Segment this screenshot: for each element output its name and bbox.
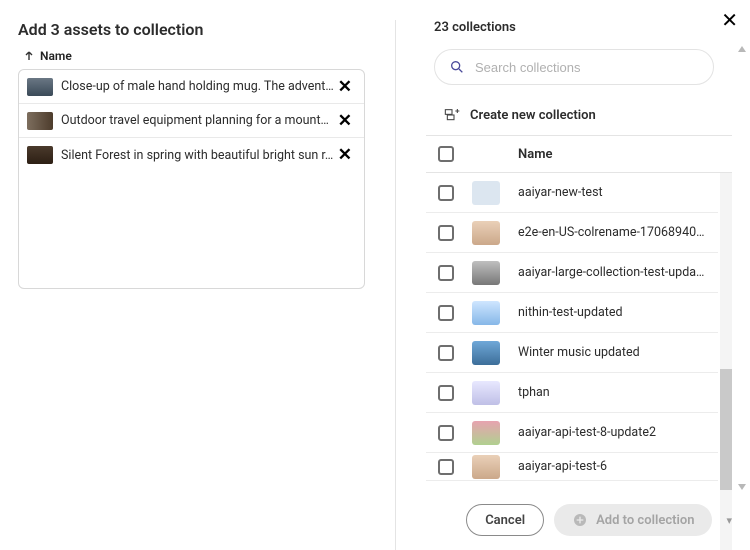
cancel-button[interactable]: Cancel (466, 504, 544, 536)
collection-checkbox[interactable] (438, 345, 454, 361)
collection-row[interactable]: nithin-test-updated (426, 293, 718, 333)
asset-thumbnail (27, 78, 53, 96)
collection-checkbox[interactable] (438, 385, 454, 401)
remove-asset-button[interactable]: ✕ (334, 145, 356, 165)
collection-checkbox[interactable] (438, 185, 454, 201)
collection-count: 23 collections (434, 20, 732, 35)
add-to-collection-button: Add to collection (554, 504, 712, 536)
asset-row: Outdoor travel equipment planning for a … (19, 104, 364, 138)
add-label: Add to collection (596, 513, 694, 528)
select-all-checkbox[interactable] (438, 146, 454, 162)
collection-name: aaiyar-api-test-6 (518, 459, 607, 474)
collection-name: aaiyar-large-collection-test-updated (518, 265, 706, 280)
collection-row[interactable]: tphan (426, 373, 718, 413)
create-collection-label: Create new collection (470, 108, 596, 123)
collection-name: aaiyar-new-test (518, 185, 603, 200)
dialog-title: Add 3 assets to collection (18, 20, 365, 39)
collection-checkbox[interactable] (438, 305, 454, 321)
collection-thumbnail (472, 181, 500, 205)
collection-row[interactable]: aaiyar-new-test (426, 173, 718, 213)
asset-name: Outdoor travel equipment planning for a … (61, 113, 334, 128)
search-input[interactable] (475, 60, 699, 75)
plus-circle-icon (572, 512, 588, 528)
collection-thumbnail (472, 301, 500, 325)
asset-row: Silent Forest in spring with beautiful b… (19, 138, 364, 172)
collection-row[interactable]: e2e-en-US-colrename-1706894096823 r… (426, 213, 718, 253)
assets-name-column-label: Name (40, 49, 72, 63)
asset-name: Close-up of male hand holding mug. The a… (61, 79, 334, 94)
collection-name: nithin-test-updated (518, 305, 623, 320)
scroll-down-icon[interactable] (738, 484, 746, 490)
search-icon (449, 59, 465, 75)
collection-checkbox[interactable] (438, 265, 454, 281)
collection-name: tphan (518, 385, 550, 400)
collection-thumbnail (472, 381, 500, 405)
create-collection-icon (444, 107, 460, 123)
collection-name: aaiyar-api-test-8-update2 (518, 425, 656, 440)
collection-thumbnail (472, 341, 500, 365)
asset-thumbnail (27, 146, 53, 164)
collection-row[interactable]: Winter music updated (426, 333, 718, 373)
collection-name-column[interactable]: Name (518, 147, 552, 162)
collection-thumbnail (472, 261, 500, 285)
remove-asset-button[interactable]: ✕ (334, 111, 356, 131)
collection-checkbox[interactable] (438, 225, 454, 241)
scrollbar-thumb[interactable] (720, 369, 732, 490)
asset-name: Silent Forest in spring with beautiful b… (61, 148, 334, 163)
remove-asset-button[interactable]: ✕ (334, 77, 356, 97)
collection-table-header: Name (426, 136, 732, 172)
collection-name: e2e-en-US-colrename-1706894096823 r… (518, 225, 706, 240)
collection-row[interactable]: aaiyar-api-test-8-update2 (426, 413, 718, 453)
scroll-up-icon[interactable] (738, 46, 746, 52)
asset-list: Close-up of male hand holding mug. The a… (18, 69, 365, 289)
search-collections[interactable] (434, 49, 714, 85)
create-new-collection[interactable]: Create new collection (426, 97, 732, 136)
collection-checkbox[interactable] (438, 425, 454, 441)
dialog-scrollbar[interactable] (740, 46, 746, 490)
collection-scrollbar[interactable] (720, 173, 732, 550)
collection-list: aaiyar-new-test e2e-en-US-colrename-1706… (426, 173, 718, 550)
assets-name-column[interactable]: Name (24, 49, 365, 63)
collection-name: Winter music updated (518, 345, 640, 360)
asset-row: Close-up of male hand holding mug. The a… (19, 70, 364, 104)
cancel-label: Cancel (485, 513, 525, 528)
collection-thumbnail (472, 221, 500, 245)
collection-checkbox[interactable] (438, 459, 454, 475)
collection-thumbnail (472, 455, 500, 479)
collection-row[interactable]: aaiyar-large-collection-test-updated (426, 253, 718, 293)
chevron-down-icon[interactable]: ▾ (726, 514, 732, 527)
asset-thumbnail (27, 112, 53, 130)
collection-thumbnail (472, 421, 500, 445)
collection-row[interactable]: aaiyar-api-test-6 (426, 453, 718, 481)
